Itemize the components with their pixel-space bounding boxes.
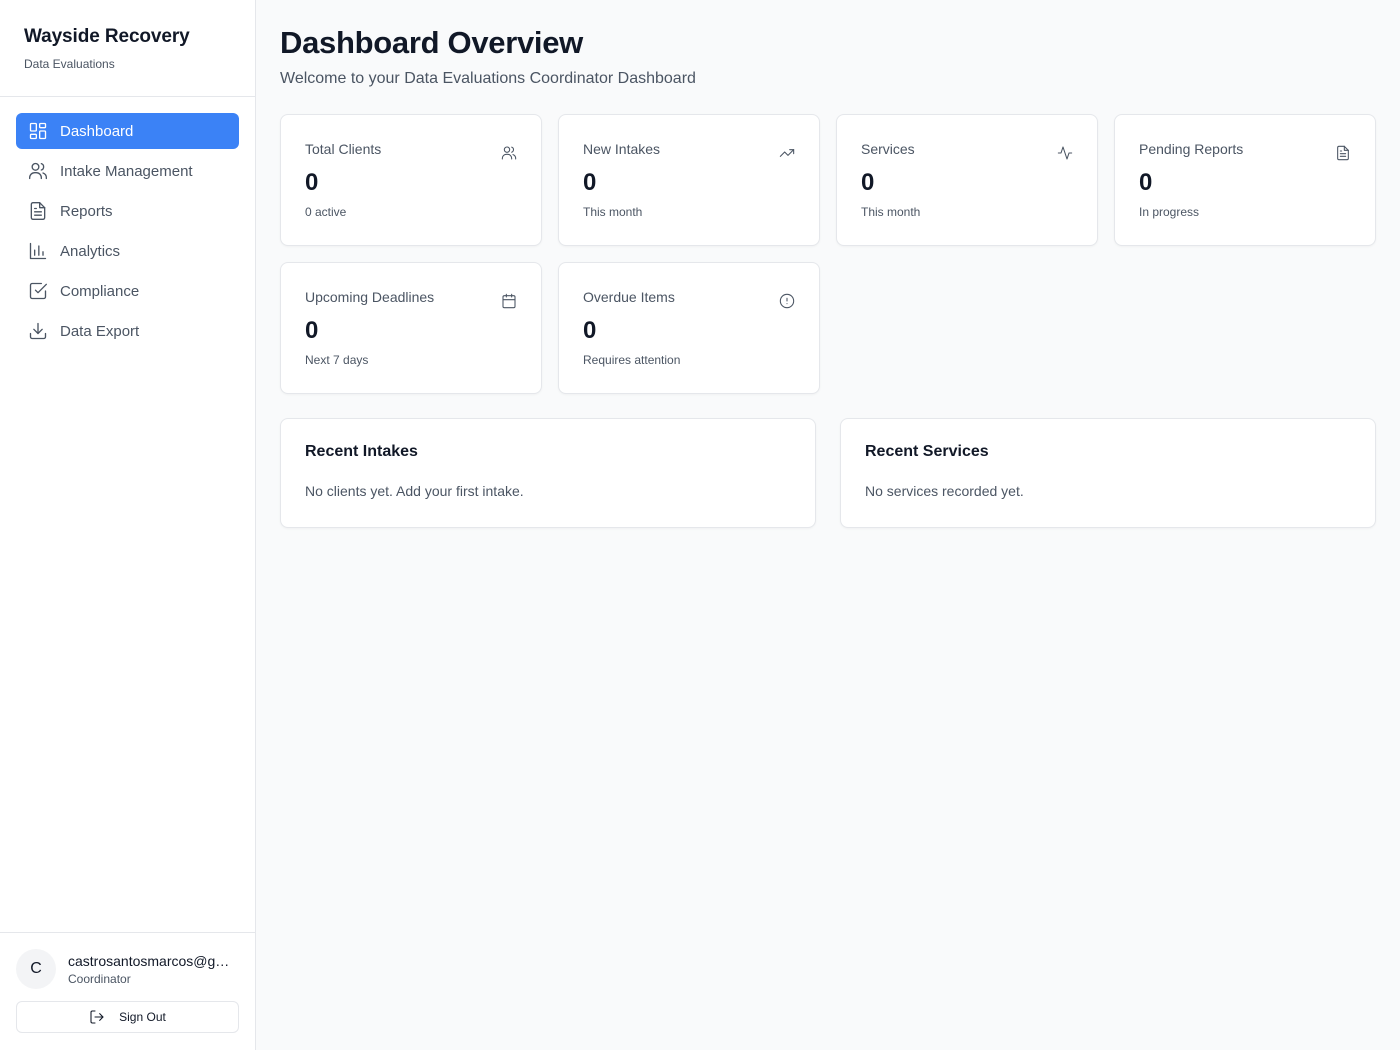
page-subtitle: Welcome to your Data Evaluations Coordin… [280,70,696,87]
stat-subtext: This month [861,205,921,219]
brand-title: Wayside Recovery [24,26,190,47]
users-icon [28,161,48,181]
stat-card-total-clients: Total Clients 0 0 active [280,114,542,246]
stat-subtext: Requires attention [583,353,681,367]
stats-grid: Total Clients 0 0 active New Intakes 0 T… [280,114,1376,394]
stat-subtext: In progress [1139,205,1200,219]
dashboard-icon [28,121,48,141]
stat-value: 0 [305,169,319,196]
sidebar-item-label: Intake Management [60,162,193,180]
recent-services-panel: Recent Services No services recorded yet… [840,418,1376,528]
user-info: castrosantosmarcos@gmail.com Coordinator [68,953,239,986]
user-email: castrosantosmarcos@gmail.com [68,952,239,969]
page-title: Dashboard Overview [280,25,583,60]
sidebar-item-label: Compliance [60,282,140,300]
stat-label: Overdue Items [583,289,675,305]
brand: Wayside Recovery Data Evaluations [0,0,255,97]
log-out-icon [90,1010,104,1024]
stat-subtext: 0 active [305,205,347,219]
sidebar-item-data-export[interactable]: Data Export [16,313,239,349]
stat-label: Upcoming Deadlines [305,289,435,305]
download-icon [28,321,48,341]
activity-icon [1057,145,1073,161]
avatar: C [16,949,56,989]
check-square-icon [28,281,48,301]
stat-card-upcoming-deadlines: Upcoming Deadlines 0 Next 7 days [280,262,542,394]
sign-out-button[interactable]: Sign Out [16,1001,239,1033]
users-icon [501,145,517,161]
stat-label: Total Clients [305,141,382,157]
sidebar-item-intake-management[interactable]: Intake Management [16,153,239,189]
user-row: C castrosantosmarcos@gmail.com Coordinat… [16,949,239,989]
sidebar: Wayside Recovery Data Evaluations Dashbo… [0,0,256,1050]
sidebar-item-reports[interactable]: Reports [16,193,239,229]
sidebar-nav: Dashboard Intake Management Reports Anal… [0,97,255,932]
user-role: Coordinator [68,971,131,986]
stat-card-services: Services 0 This month [836,114,1098,246]
stat-subtext: This month [583,205,643,219]
sidebar-item-compliance[interactable]: Compliance [16,273,239,309]
stat-label: New Intakes [583,141,661,157]
file-text-icon [28,201,48,221]
alert-circle-icon [779,293,795,309]
sidebar-item-label: Reports [60,202,113,220]
stat-value: 0 [583,169,597,196]
main-content: Dashboard Overview Welcome to your Data … [256,0,1400,1050]
sidebar-item-label: Data Export [60,322,140,340]
panel-title: Recent Intakes [305,443,418,460]
stat-value: 0 [1139,169,1153,196]
stat-value: 0 [861,169,875,196]
calendar-icon [501,293,517,309]
sidebar-item-dashboard[interactable]: Dashboard [16,113,239,149]
stat-card-overdue-items: Overdue Items 0 Requires attention [558,262,820,394]
stat-subtext: Next 7 days [305,353,369,367]
stat-card-pending-reports: Pending Reports 0 In progress [1114,114,1376,246]
user-area: C castrosantosmarcos@gmail.com Coordinat… [0,932,255,1050]
file-text-icon [1335,145,1351,161]
empty-state: No clients yet. Add your first intake. [305,483,524,499]
brand-subtitle: Data Evaluations [24,57,115,71]
sign-out-label: Sign Out [119,1010,166,1024]
sidebar-item-analytics[interactable]: Analytics [16,233,239,269]
panels: Recent Intakes No clients yet. Add your … [280,418,1376,528]
stat-label: Pending Reports [1139,141,1244,157]
panel-title: Recent Services [865,443,989,460]
stat-card-new-intakes: New Intakes 0 This month [558,114,820,246]
sidebar-item-label: Dashboard [60,122,134,140]
stat-value: 0 [305,317,319,344]
recent-intakes-panel: Recent Intakes No clients yet. Add your … [280,418,816,528]
stat-value: 0 [583,317,597,344]
app-root: Wayside Recovery Data Evaluations Dashbo… [0,0,1400,1050]
sidebar-item-label: Analytics [60,242,121,260]
stat-label: Services [861,141,915,157]
empty-state: No services recorded yet. [865,483,1024,499]
trending-up-icon [779,145,795,161]
bar-chart-icon [28,241,48,261]
